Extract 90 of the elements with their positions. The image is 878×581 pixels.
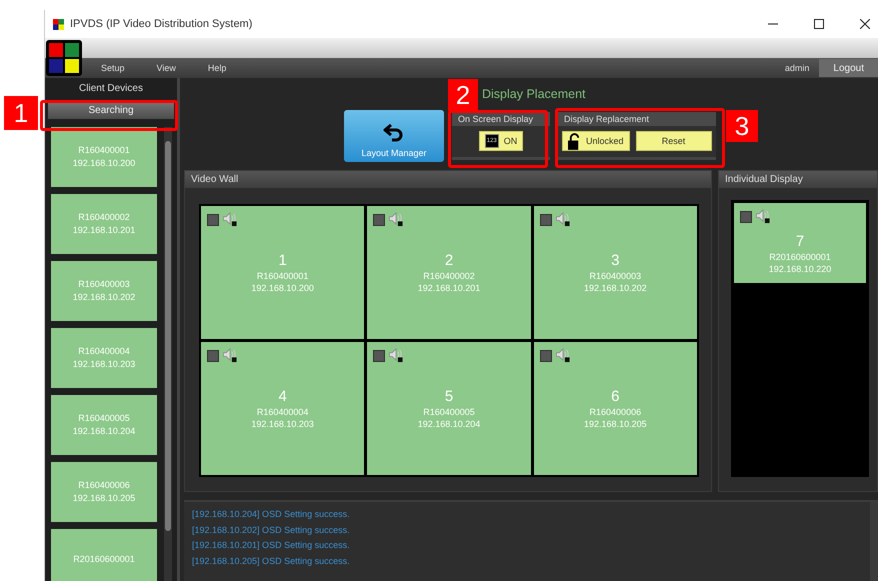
device-card[interactable]: R160400003 192.168.10.202 <box>51 261 157 321</box>
display-tile[interactable]: 3 R160400003 192.168.10.202 <box>534 206 697 339</box>
unlocked-button[interactable]: Unlocked <box>562 131 630 151</box>
group-title: Display Replacement <box>558 112 716 126</box>
display-tile[interactable]: 5 R160400005 192.168.10.204 <box>367 342 531 475</box>
scrollbar[interactable] <box>164 127 172 581</box>
tile-ip: 192.168.10.200 <box>251 282 314 294</box>
panel-title: Individual Display <box>719 171 877 188</box>
device-id: R160400001 <box>78 144 130 157</box>
tile-number: 6 <box>611 388 620 406</box>
checkbox[interactable] <box>740 210 752 222</box>
callout-number: 3 <box>726 110 758 142</box>
tile-ip: 192.168.10.203 <box>251 418 314 430</box>
tile-number: 1 <box>278 252 287 270</box>
panel-title: Video Wall <box>185 171 711 188</box>
device-id: R160400003 <box>78 278 130 291</box>
reset-button[interactable]: Reset <box>636 131 712 151</box>
device-card[interactable]: R160400005 192.168.10.204 <box>51 395 157 455</box>
speaker-muted-icon[interactable] <box>388 348 404 363</box>
tile-number: 2 <box>444 252 454 270</box>
device-id: R160400006 <box>78 479 130 492</box>
speaker-muted-icon[interactable] <box>222 212 238 227</box>
device-card[interactable]: R160400004 192.168.10.203 <box>51 328 157 388</box>
logout-button[interactable]: Logout <box>819 59 878 77</box>
tile-ip: 192.168.10.204 <box>418 418 480 430</box>
checkbox[interactable] <box>373 350 386 362</box>
maximize-icon[interactable] <box>814 19 824 29</box>
user-name: admin <box>784 63 810 73</box>
tile-device-id: R160400003 <box>590 270 642 282</box>
speaker-muted-icon[interactable] <box>554 348 571 363</box>
device-card[interactable]: R160400002 192.168.10.201 <box>51 194 157 254</box>
tile-device-id: R160400006 <box>590 406 642 418</box>
checkbox[interactable] <box>207 350 219 362</box>
device-ip: 192.168.10.202 <box>72 291 136 304</box>
speaker-muted-icon[interactable] <box>222 348 238 363</box>
device-card[interactable]: R20160600001 <box>51 529 157 581</box>
tile-ip: 192.168.10.220 <box>768 263 832 275</box>
tile-device-id: R160400004 <box>256 406 308 418</box>
unlocked-padlock-icon <box>568 132 581 150</box>
log-line: [192.168.10.205] OSD Setting success. <box>192 554 351 568</box>
tile-number: 3 <box>611 252 620 270</box>
device-id: R160400004 <box>78 345 130 358</box>
window-title: IPVDS (IP Video Distribution System) <box>70 18 254 30</box>
log-line: [192.168.10.202] OSD Setting success. <box>192 524 351 537</box>
menu-item[interactable]: View <box>156 63 176 73</box>
callout-number: 2 <box>448 79 478 111</box>
layout-manager-button[interactable]: Layout Manager <box>344 110 444 162</box>
device-ip: 192.168.10.203 <box>72 358 136 371</box>
checkbox[interactable] <box>207 214 219 226</box>
device-ip: 192.168.10.201 <box>72 224 136 237</box>
menu-item[interactable]: Setup <box>101 63 125 73</box>
group-title: On Screen Display <box>452 112 550 126</box>
tile-number: 4 <box>278 388 287 406</box>
device-card[interactable]: R160400001 192.168.10.200 <box>51 127 157 187</box>
tile-device-id: R160400005 <box>423 406 475 418</box>
section-title: Display Placement <box>482 87 586 102</box>
checkbox[interactable] <box>540 214 552 226</box>
device-ip: 192.168.10.205 <box>72 492 136 505</box>
tile-ip: 192.168.10.202 <box>584 282 647 294</box>
tile-ip: 192.168.10.201 <box>418 282 480 294</box>
display-tile[interactable]: 1 R160400001 192.168.10.200 <box>201 206 364 339</box>
display-tile[interactable]: 2 R160400002 192.168.10.201 <box>367 206 531 339</box>
app-icon <box>53 18 64 30</box>
tile-device-id: R20160600001 <box>769 251 831 263</box>
close-icon[interactable] <box>860 19 870 29</box>
tile-number: 5 <box>444 388 454 406</box>
tile-number: 7 <box>796 233 804 251</box>
checkbox[interactable] <box>540 350 552 362</box>
device-ip: 192.168.10.204 <box>72 425 136 438</box>
logo-icon <box>46 40 82 76</box>
device-id: R20160600001 <box>73 552 135 566</box>
device-ip: 192.168.10.200 <box>72 157 136 170</box>
device-card[interactable]: R160400006 192.168.10.205 <box>51 462 157 522</box>
speaker-muted-icon[interactable] <box>388 212 404 227</box>
speaker-muted-icon[interactable] <box>755 209 771 224</box>
tile-device-id: R160400002 <box>423 270 475 282</box>
log-line: [192.168.10.204] OSD Setting success. <box>192 508 351 521</box>
sidebar-title: Client Devices <box>78 82 144 96</box>
speaker-muted-icon[interactable] <box>554 212 571 227</box>
device-id: R160400002 <box>78 211 130 224</box>
menu-item[interactable]: Help <box>208 63 226 73</box>
display-tile[interactable]: 4 R160400004 192.168.10.203 <box>201 342 364 475</box>
display-tile[interactable]: 7 R20160600001 192.168.10.220 <box>734 203 866 283</box>
checkbox[interactable] <box>373 214 386 226</box>
device-id: R160400005 <box>78 412 130 425</box>
tile-ip: 192.168.10.205 <box>584 418 647 430</box>
display-tile[interactable]: 6 R160400006 192.168.10.205 <box>534 342 697 475</box>
tile-device-id: R160400001 <box>256 270 308 282</box>
log-line: [192.168.10.201] OSD Setting success. <box>192 539 351 552</box>
callout-number: 1 <box>4 96 38 130</box>
